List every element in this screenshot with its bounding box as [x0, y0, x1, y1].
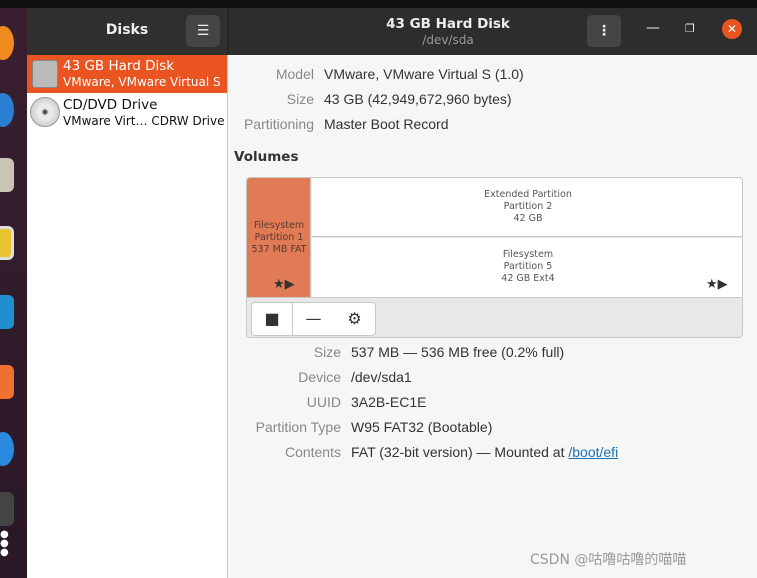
size-value: 537 MB — 536 MB free (0.2% full) [351, 344, 565, 360]
optical-disc-icon [30, 97, 60, 127]
partition-number: Partition 5 [503, 261, 553, 272]
disk-item-cd-dvd[interactable]: CD/DVD Drive VMware Virt… CDRW Drive [27, 94, 227, 132]
partition-type: Filesystem [502, 249, 554, 260]
contents-label: Contents [284, 444, 341, 460]
partition-number: Partition 2 [503, 201, 553, 212]
partition-type: Filesystem [253, 220, 305, 231]
writer-icon[interactable] [0, 295, 14, 329]
disk-item-hard-disk[interactable]: 43 GB Hard Disk VMware, VMware Virtual S [27, 55, 227, 93]
main-header: 43 GB Hard Disk /dev/sda ⋮ — ❐ ✕ [228, 8, 757, 55]
gears-icon: ⚙ [347, 309, 362, 328]
partition-type-value: W95 FAT32 (Bootable) [351, 419, 493, 435]
mount-point-link[interactable]: /boot/efi [568, 444, 618, 460]
files-icon[interactable] [0, 158, 14, 192]
disk-model: VMware Virt… CDRW Drive [63, 114, 225, 128]
rhythmbox-icon[interactable] [0, 226, 14, 260]
minus-icon: — [305, 309, 322, 328]
partition-options-button[interactable]: ⚙ [334, 302, 376, 336]
contents-value: FAT (32-bit version) — Mounted at /boot/… [351, 444, 618, 460]
disk-menu-button[interactable]: ⋮ [587, 15, 621, 47]
device-label: Device [298, 369, 341, 385]
size-value: 43 GB (42,949,672,960 bytes) [324, 91, 512, 107]
uuid-label: UUID [306, 394, 341, 410]
thunderbird-icon[interactable] [0, 93, 14, 127]
system-top-bar [0, 0, 757, 8]
watermark: CSDN @咕噜咕噜的喵喵 [530, 552, 687, 568]
minimize-button[interactable]: — [646, 20, 660, 36]
menu-button[interactable]: ☰ [186, 15, 220, 47]
partition-number: Partition 1 [254, 232, 304, 243]
show-apps-icon[interactable]: ● ● ● [0, 530, 9, 558]
firefox-icon[interactable] [0, 26, 14, 60]
star-play-icon: ★▶ [273, 277, 295, 292]
disk-name: CD/DVD Drive [63, 97, 158, 113]
partitioning-value: Master Boot Record [324, 116, 449, 132]
contents-text: FAT (32-bit version) — Mounted at [351, 444, 569, 460]
partition-2-extended[interactable]: Extended Partition Partition 2 42 GB [312, 178, 742, 237]
size-label: Size [313, 344, 341, 360]
partition-type: Extended Partition [484, 189, 572, 200]
sidebar-header: Disks ☰ [27, 8, 228, 55]
disk-name: 43 GB Hard Disk [63, 58, 175, 74]
partitioning-label: Partitioning [243, 116, 314, 132]
uuid-value: 3A2B-EC1E [351, 394, 427, 410]
partition-type-label: Partition Type [255, 419, 341, 435]
hamburger-icon: ☰ [196, 23, 210, 39]
close-icon: ✕ [726, 22, 738, 36]
stop-icon: ■ [264, 309, 280, 328]
size-label: Size [286, 91, 314, 107]
partition-size: 42 GB [513, 213, 543, 224]
partition-5[interactable]: Filesystem Partition 5 42 GB Ext4 ★▶ [312, 238, 742, 297]
model-value: VMware, VMware Virtual S (1.0) [324, 66, 524, 82]
partition-size: 42 GB Ext4 [501, 273, 555, 284]
help-icon[interactable] [0, 432, 14, 466]
software-icon[interactable] [0, 365, 14, 399]
disks-icon[interactable] [0, 492, 14, 526]
partition-size: 537 MB FAT [251, 244, 307, 255]
hard-disk-icon [32, 60, 58, 88]
delete-partition-button[interactable]: — [293, 302, 335, 336]
volumes-heading: Volumes [234, 149, 299, 165]
star-play-icon: ★▶ [706, 277, 728, 292]
model-label: Model [275, 66, 314, 82]
unmount-button[interactable]: ■ [251, 302, 293, 336]
device-value: /dev/sda1 [351, 369, 412, 385]
maximize-button[interactable]: ❐ [685, 22, 695, 35]
volumes-map: Filesystem Partition 1 537 MB FAT ★▶ Exten… [246, 177, 743, 338]
more-vertical-icon: ⋮ [597, 23, 611, 39]
dock: ● ● ● [0, 8, 27, 578]
partition-1[interactable]: Filesystem Partition 1 537 MB FAT ★▶ [247, 178, 311, 297]
disk-list: 43 GB Hard Disk VMware, VMware Virtual S… [27, 55, 228, 578]
close-button[interactable]: ✕ [722, 19, 742, 39]
disk-model: VMware, VMware Virtual S [63, 75, 221, 89]
